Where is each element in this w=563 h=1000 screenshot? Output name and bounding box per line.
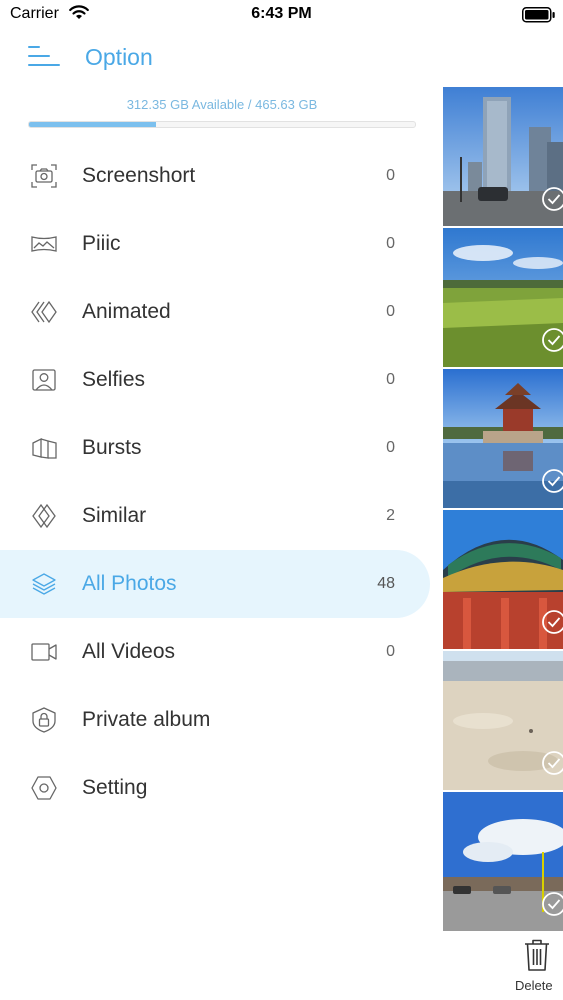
menu-item-label: Screenshort bbox=[82, 164, 196, 187]
clock: 6:43 PM bbox=[251, 5, 312, 22]
menu-item-label: All Videos bbox=[82, 640, 176, 663]
menu-item-all-videos[interactable]: All Videos 0 bbox=[0, 618, 443, 686]
page-title: Option bbox=[85, 44, 153, 70]
menu-item-all-photos[interactable]: All Photos 48 bbox=[0, 550, 430, 618]
photo-strip bbox=[443, 87, 563, 933]
layers-icon bbox=[32, 573, 56, 595]
checkmark-icon bbox=[542, 328, 563, 352]
menu-item-setting[interactable]: Setting bbox=[0, 754, 443, 822]
similar-icon bbox=[32, 503, 56, 529]
menu-item-animated[interactable]: Animated 0 bbox=[0, 278, 443, 346]
menu-item-label: Bursts bbox=[82, 436, 142, 459]
trash-icon bbox=[525, 939, 549, 971]
checkmark-icon bbox=[542, 610, 563, 634]
menu-item-similar[interactable]: Similar 2 bbox=[0, 482, 443, 550]
menu-item-count: 48 bbox=[377, 575, 395, 592]
delete-label: Delete bbox=[515, 978, 553, 993]
menu-item-bursts[interactable]: Bursts 0 bbox=[0, 414, 443, 482]
photo-thumbnail[interactable] bbox=[443, 651, 563, 790]
menu-item-count: 0 bbox=[386, 303, 395, 320]
animated-icon bbox=[31, 300, 57, 324]
category-menu: Screenshort 0 Piiic 0 Animated 0 Selfies… bbox=[0, 142, 443, 822]
menu-item-label: Piiic bbox=[82, 232, 121, 255]
delete-button[interactable]: Delete bbox=[510, 935, 563, 1000]
menu-item-count: 2 bbox=[386, 507, 395, 524]
hamburger-menu-icon[interactable] bbox=[27, 45, 61, 71]
menu-item-label: All Photos bbox=[82, 572, 177, 595]
storage-bar-fill bbox=[29, 122, 157, 127]
selfie-icon bbox=[32, 369, 56, 391]
panorama-icon bbox=[31, 236, 57, 252]
menu-item-count: 0 bbox=[386, 643, 395, 660]
storage-text: 312.35 GB Available / 465.63 GB bbox=[126, 97, 318, 112]
menu-item-label: Selfies bbox=[82, 368, 146, 391]
photo-thumbnail[interactable] bbox=[443, 87, 563, 226]
photo-thumbnail[interactable] bbox=[443, 510, 563, 649]
menu-item-label: Private album bbox=[82, 708, 211, 731]
menu-item-piiic[interactable]: Piiic 0 bbox=[0, 210, 443, 278]
battery-icon bbox=[522, 7, 555, 23]
menu-item-label: Animated bbox=[82, 300, 171, 323]
menu-item-private-album[interactable]: Private album bbox=[0, 686, 443, 754]
video-icon bbox=[31, 643, 57, 661]
menu-item-count: 0 bbox=[386, 235, 395, 252]
menu-item-count: 0 bbox=[386, 371, 395, 388]
status-bar: Carrier 6:43 PM bbox=[0, 0, 563, 30]
photo-thumbnail[interactable] bbox=[443, 369, 563, 508]
lock-icon bbox=[32, 707, 56, 733]
bursts-icon bbox=[32, 437, 57, 459]
menu-item-selfies[interactable]: Selfies 0 bbox=[0, 346, 443, 414]
checkmark-icon bbox=[542, 751, 563, 775]
screenshot-icon bbox=[31, 164, 57, 188]
menu-item-screenshort[interactable]: Screenshort 0 bbox=[0, 142, 443, 210]
menu-item-label: Setting bbox=[82, 776, 148, 799]
photo-thumbnail[interactable] bbox=[443, 792, 563, 931]
checkmark-icon bbox=[542, 469, 563, 493]
menu-item-count: 0 bbox=[386, 167, 395, 184]
checkmark-icon bbox=[542, 892, 563, 916]
checkmark-icon bbox=[542, 187, 563, 211]
menu-item-count: 0 bbox=[386, 439, 395, 456]
settings-icon bbox=[31, 776, 57, 800]
photo-thumbnail[interactable] bbox=[443, 228, 563, 367]
storage-bar bbox=[28, 121, 416, 128]
menu-item-label: Similar bbox=[82, 504, 147, 527]
